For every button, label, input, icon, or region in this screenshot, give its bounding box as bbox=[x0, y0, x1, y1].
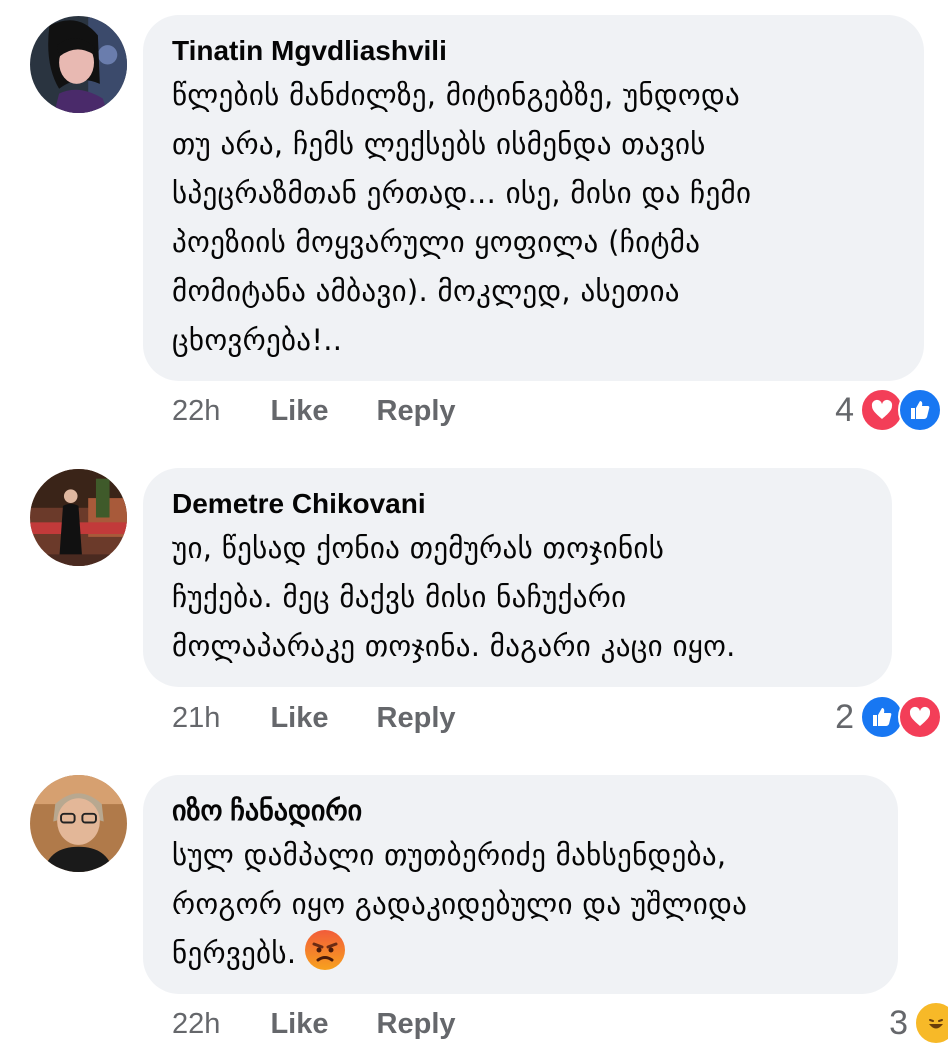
author-name[interactable]: Tinatin Mgvdliashvili bbox=[172, 35, 896, 67]
comment-bubble: Demetre Chikovani უი, წესად ქონია თემურა… bbox=[143, 468, 892, 687]
comment-line-text: ნერვებს. bbox=[172, 936, 297, 970]
avatar[interactable] bbox=[30, 16, 127, 113]
like-button[interactable]: Like bbox=[270, 702, 328, 735]
comment-actions: 21h Like Reply bbox=[172, 702, 456, 735]
comment-line: სპეცრაზმთან ერთად... ისე, მისი და ჩემი bbox=[172, 176, 752, 210]
love-icon bbox=[898, 695, 942, 739]
reactions-summary[interactable]: 2 bbox=[835, 695, 942, 739]
avatar-photo bbox=[30, 775, 127, 872]
comment-line: უი, წესად ქონია თემურას თოჯინის bbox=[172, 531, 665, 565]
comment-actions: 22h Like Reply bbox=[172, 395, 456, 428]
haha-icon bbox=[914, 1001, 948, 1045]
comment-line: პოეზიის მოყვარული ყოფილა (ჩიტმა bbox=[172, 225, 701, 259]
angry-face-emoji bbox=[304, 929, 346, 971]
comment-line: წლების მანძილზე, მიტინგებზე, უნდოდა bbox=[172, 78, 741, 112]
comment-actions: 22h Like Reply bbox=[172, 1008, 456, 1041]
reaction-count: 3 bbox=[889, 1003, 908, 1042]
comment-text: უი, წესად ქონია თემურას თოჯინის ჩუქება. … bbox=[172, 524, 864, 671]
comment-line: ნერვებს. bbox=[172, 929, 870, 978]
author-name[interactable]: Demetre Chikovani bbox=[172, 488, 864, 520]
timestamp[interactable]: 21h bbox=[172, 702, 220, 735]
avatar[interactable] bbox=[30, 469, 127, 566]
reply-button[interactable]: Reply bbox=[377, 395, 456, 428]
like-button[interactable]: Like bbox=[270, 1008, 328, 1041]
avatar[interactable] bbox=[30, 775, 127, 872]
reply-button[interactable]: Reply bbox=[377, 1008, 456, 1041]
comment-bubble: იზო ჩანადირი სულ დამპალი თუთბერიძე მახსე… bbox=[143, 775, 898, 994]
comment-line: ცხოვრება!.. bbox=[172, 323, 343, 357]
reply-button[interactable]: Reply bbox=[377, 702, 456, 735]
avatar-photo bbox=[30, 16, 127, 113]
comment-text: წლების მანძილზე, მიტინგებზე, უნდოდა თუ ა… bbox=[172, 71, 896, 365]
comment-line: სულ დამპალი თუთბერიძე მახსენდება, bbox=[172, 838, 727, 872]
like-button[interactable]: Like bbox=[270, 395, 328, 428]
comment-line: ჩუქება. მეც მაქვს მისი ნაჩუქარი bbox=[172, 580, 627, 614]
comment-line: თუ არა, ჩემს ლექსებს ისმენდა თავის bbox=[172, 127, 706, 161]
timestamp[interactable]: 22h bbox=[172, 395, 220, 428]
comment-text: სულ დამპალი თუთბერიძე მახსენდება, როგორ … bbox=[172, 831, 870, 978]
like-icon bbox=[898, 388, 942, 432]
reactions-summary[interactable]: 4 bbox=[835, 388, 942, 432]
comment-line: მომიტანა ამბავი). მოკლედ, ასეთია bbox=[172, 274, 680, 308]
reaction-count: 4 bbox=[835, 390, 854, 429]
reactions-summary[interactable]: 3 bbox=[889, 1001, 948, 1045]
comment-line: მოლაპარაკე თოჯინა. მაგარი კაცი იყო. bbox=[172, 629, 736, 663]
reaction-count: 2 bbox=[835, 697, 854, 736]
avatar-photo bbox=[30, 469, 127, 566]
author-name[interactable]: იზო ჩანადირი bbox=[172, 795, 870, 827]
timestamp[interactable]: 22h bbox=[172, 1008, 220, 1041]
comment-bubble: Tinatin Mgvdliashvili წლების მანძილზე, მ… bbox=[143, 15, 924, 381]
comment-line: როგორ იყო გადაკიდებული და უშლიდა bbox=[172, 887, 748, 921]
